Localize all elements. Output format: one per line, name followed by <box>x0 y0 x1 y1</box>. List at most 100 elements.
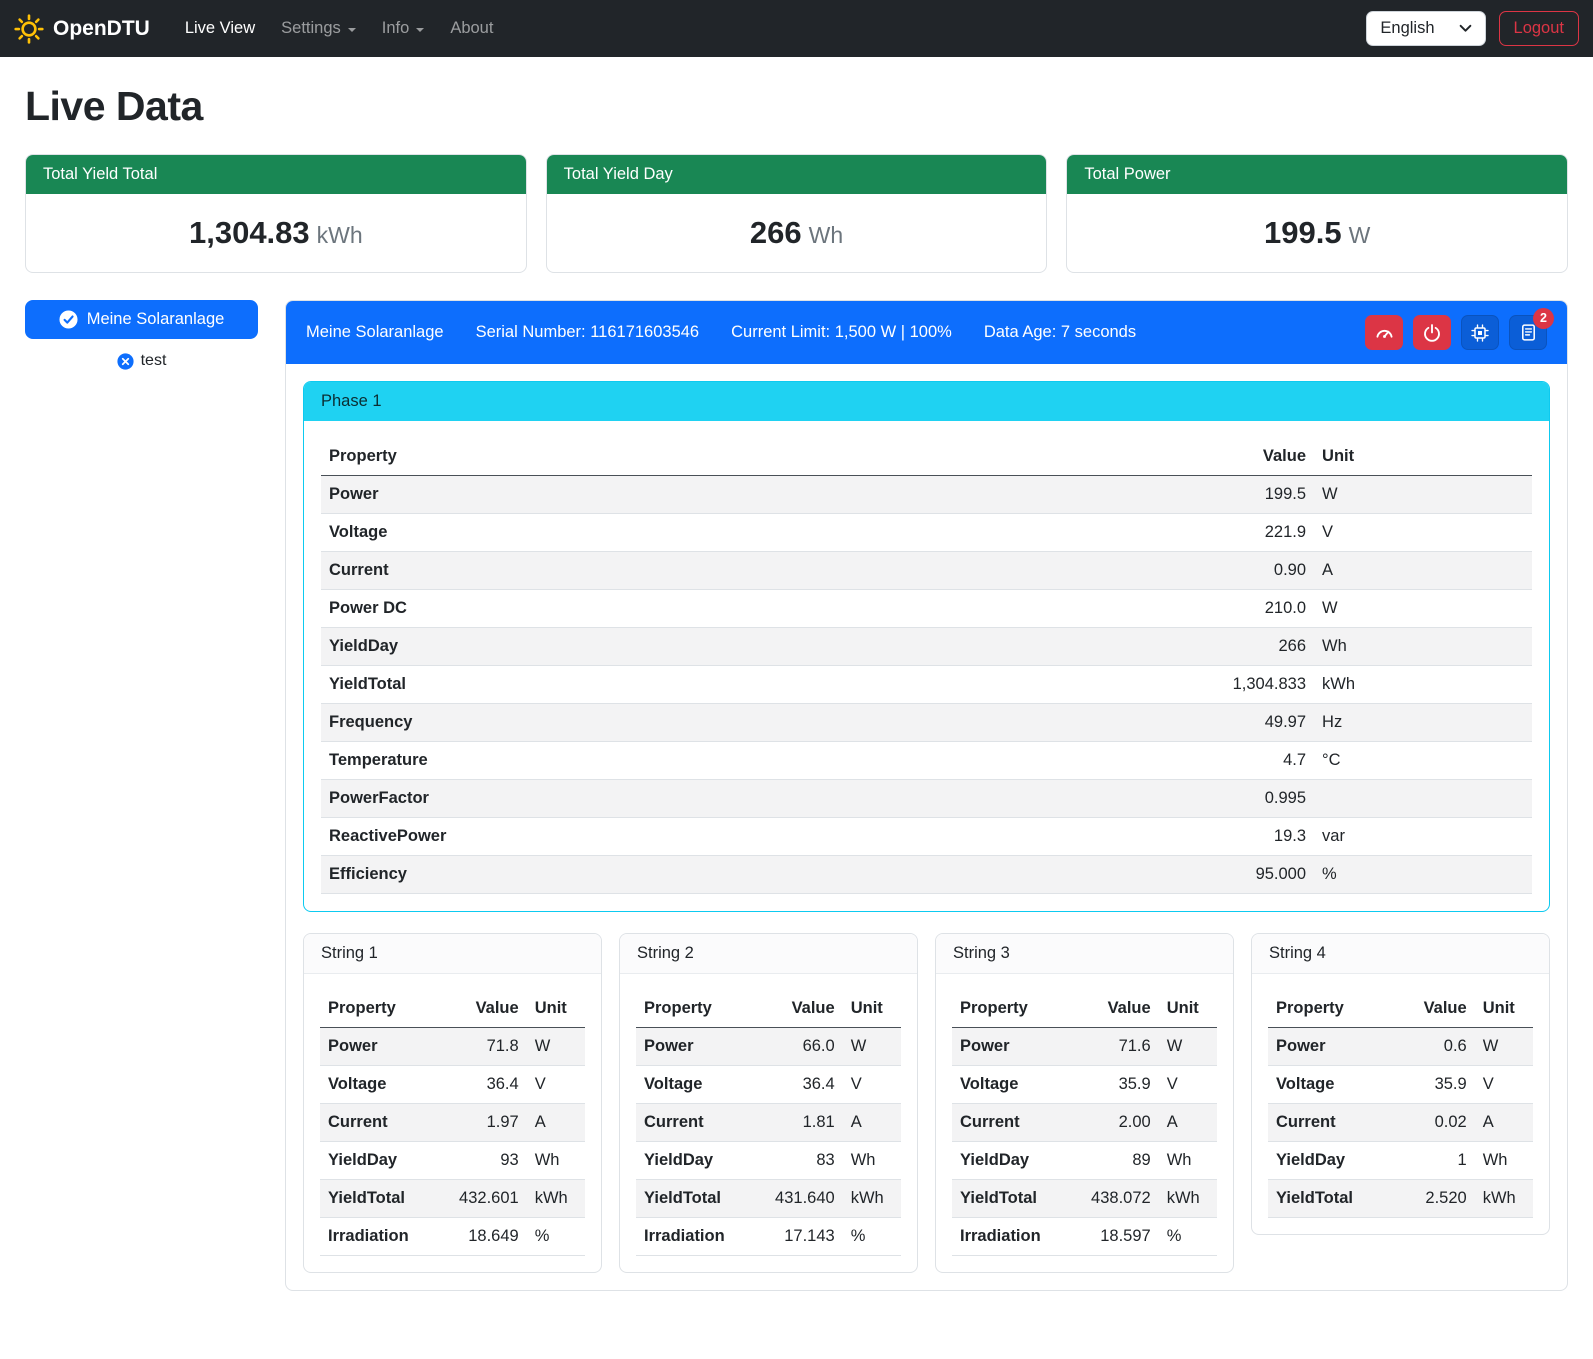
nav-item-settings[interactable]: Settings <box>268 11 369 46</box>
language-value: English <box>1380 19 1434 38</box>
value-cell: 1.97 <box>451 1104 527 1142</box>
property-cell: YieldDay <box>1268 1142 1406 1180</box>
limit-settings-button[interactable] <box>1365 315 1403 350</box>
property-cell: Power <box>321 476 916 514</box>
table-row: Irradiation 18.597 % <box>952 1218 1217 1256</box>
col-value: Value <box>767 990 843 1028</box>
sidebar-item-label: test <box>141 352 167 370</box>
value-cell: 95.000 <box>916 856 1314 894</box>
unit-cell: % <box>843 1218 901 1256</box>
table-row: ReactivePower 19.3 var <box>321 818 1532 856</box>
inverter-card-header: Meine Solaranlage Serial Number: 1161716… <box>286 301 1567 364</box>
event-log-button[interactable]: 2 <box>1509 315 1547 350</box>
property-cell: PowerFactor <box>321 780 916 818</box>
phase-1-card: Phase 1 Property Value Unit Power <box>303 381 1550 912</box>
brand[interactable]: OpenDTU <box>14 14 150 44</box>
language-select[interactable]: English <box>1366 11 1485 46</box>
unit-cell: V <box>1159 1066 1217 1104</box>
col-value: Value <box>1406 990 1475 1028</box>
property-cell: YieldDay <box>320 1142 451 1180</box>
x-circle-icon <box>117 353 134 370</box>
content-row: Meine Solaranlage test Meine Solaranlage… <box>25 300 1568 1291</box>
property-cell: YieldTotal <box>636 1180 767 1218</box>
value-cell: 49.97 <box>916 704 1314 742</box>
property-cell: Voltage <box>1268 1066 1406 1104</box>
total-yield-total-value: 1,304.83 <box>189 215 310 250</box>
property-cell: Current <box>636 1104 767 1142</box>
device-info-button[interactable] <box>1461 315 1499 350</box>
table-row: Voltage 35.9 V <box>952 1066 1217 1104</box>
col-property: Property <box>320 990 451 1028</box>
table-header-row: Property Value Unit <box>952 990 1217 1028</box>
nav-links: Live View Settings Info About <box>172 11 1367 46</box>
power-button[interactable] <box>1413 315 1451 350</box>
property-cell: Irradiation <box>952 1218 1083 1256</box>
col-property: Property <box>321 438 916 476</box>
unit-cell: W <box>1314 476 1532 514</box>
value-cell: 4.7 <box>916 742 1314 780</box>
unit-cell: kWh <box>843 1180 901 1218</box>
property-cell: Efficiency <box>321 856 916 894</box>
strings-row: String 1 Property Value Unit <box>303 933 1550 1273</box>
value-cell: 2.00 <box>1083 1104 1159 1142</box>
table-row: Irradiation 18.649 % <box>320 1218 585 1256</box>
unit-cell: Wh <box>527 1142 585 1180</box>
nav-item-info[interactable]: Info <box>369 11 438 46</box>
col-unit: Unit <box>843 990 901 1028</box>
unit-cell: V <box>1475 1066 1533 1104</box>
navbar: OpenDTU Live View Settings Info About En… <box>0 0 1593 57</box>
col-unit: Unit <box>527 990 585 1028</box>
table-header-row: Property Value Unit <box>636 990 901 1028</box>
property-cell: Voltage <box>321 514 916 552</box>
table-row: YieldTotal 2.520 kWh <box>1268 1180 1533 1218</box>
property-cell: Frequency <box>321 704 916 742</box>
property-cell: Power <box>952 1028 1083 1066</box>
table-row: Current 1.81 A <box>636 1104 901 1142</box>
value-cell: 35.9 <box>1083 1066 1159 1104</box>
unit-cell: A <box>1159 1104 1217 1142</box>
phase-title: Phase 1 <box>304 382 1549 421</box>
property-cell: YieldTotal <box>952 1180 1083 1218</box>
property-cell: YieldDay <box>636 1142 767 1180</box>
value-cell: 431.640 <box>767 1180 843 1218</box>
value-cell: 210.0 <box>916 590 1314 628</box>
string-3-card: String 3 Property Value Unit <box>935 933 1234 1273</box>
table-row: YieldTotal 1,304.833 kWh <box>321 666 1532 704</box>
nav-item-about[interactable]: About <box>437 11 506 46</box>
card-title: Total Yield Total <box>26 155 526 194</box>
sidebar-item-test[interactable]: test <box>25 352 258 370</box>
total-yield-day-value: 266 <box>750 215 802 250</box>
sidebar-item-meine-solaranlage[interactable]: Meine Solaranlage <box>25 300 258 339</box>
unit-cell <box>1314 780 1532 818</box>
value-cell: 93 <box>451 1142 527 1180</box>
unit-cell: % <box>527 1218 585 1256</box>
property-cell: Temperature <box>321 742 916 780</box>
unit-cell: var <box>1314 818 1532 856</box>
col-unit: Unit <box>1314 438 1532 476</box>
property-cell: Voltage <box>320 1066 451 1104</box>
unit-cell: V <box>843 1066 901 1104</box>
table-header-row: Property Value Unit <box>1268 990 1533 1028</box>
inverter-data-age: Data Age: 7 seconds <box>984 323 1136 342</box>
unit-cell: V <box>1314 514 1532 552</box>
logout-button[interactable]: Logout <box>1499 11 1579 46</box>
card-title: Total Yield Day <box>547 155 1047 194</box>
unit-cell: A <box>843 1104 901 1142</box>
value-cell: 1 <box>1406 1142 1475 1180</box>
table-row: Power 71.8 W <box>320 1028 585 1066</box>
value-cell: 432.601 <box>451 1180 527 1218</box>
unit-cell: V <box>527 1066 585 1104</box>
total-yield-day-unit: Wh <box>809 222 844 248</box>
value-cell: 0.6 <box>1406 1028 1475 1066</box>
inverter-card-body: Phase 1 Property Value Unit Power <box>286 364 1567 1290</box>
value-cell: 199.5 <box>916 476 1314 514</box>
string-3-table: Property Value Unit Power 71.6 W <box>952 990 1217 1256</box>
property-cell: Power <box>636 1028 767 1066</box>
table-row: YieldTotal 438.072 kWh <box>952 1180 1217 1218</box>
total-yield-total-unit: kWh <box>317 222 363 248</box>
unit-cell: kWh <box>1475 1180 1533 1218</box>
value-cell: 36.4 <box>767 1066 843 1104</box>
property-cell: Voltage <box>636 1066 767 1104</box>
value-cell: 66.0 <box>767 1028 843 1066</box>
nav-item-live-view[interactable]: Live View <box>172 11 268 46</box>
